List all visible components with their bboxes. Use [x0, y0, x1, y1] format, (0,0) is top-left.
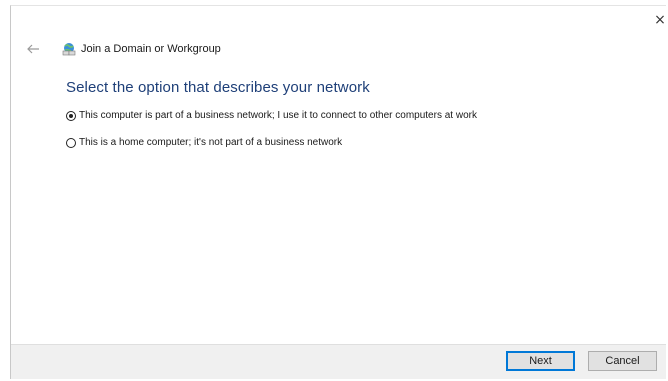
page-heading: Select the option that describes your ne… — [66, 79, 370, 96]
close-button[interactable]: × — [652, 12, 668, 28]
cancel-button[interactable]: Cancel — [588, 351, 657, 371]
wizard-window: × Join a Domain or Workgroup Select the … — [10, 5, 666, 379]
back-button[interactable] — [25, 42, 41, 54]
network-globe-icon — [62, 43, 76, 56]
button-footer: Next Cancel — [11, 344, 666, 379]
next-button[interactable]: Next — [506, 351, 575, 371]
option-home-computer[interactable]: This is a home computer; it's not part o… — [66, 137, 579, 148]
option-business-network[interactable]: This computer is part of a business netw… — [66, 110, 579, 121]
radio-business-network[interactable] — [66, 111, 76, 121]
radio-home-computer[interactable] — [66, 138, 76, 148]
option-home-computer-label: This is a home computer; it's not part o… — [79, 137, 343, 148]
option-business-network-label: This computer is part of a business netw… — [79, 110, 477, 121]
wizard-title: Join a Domain or Workgroup — [81, 43, 221, 55]
close-icon: × — [654, 12, 666, 28]
back-arrow-icon — [27, 44, 39, 54]
